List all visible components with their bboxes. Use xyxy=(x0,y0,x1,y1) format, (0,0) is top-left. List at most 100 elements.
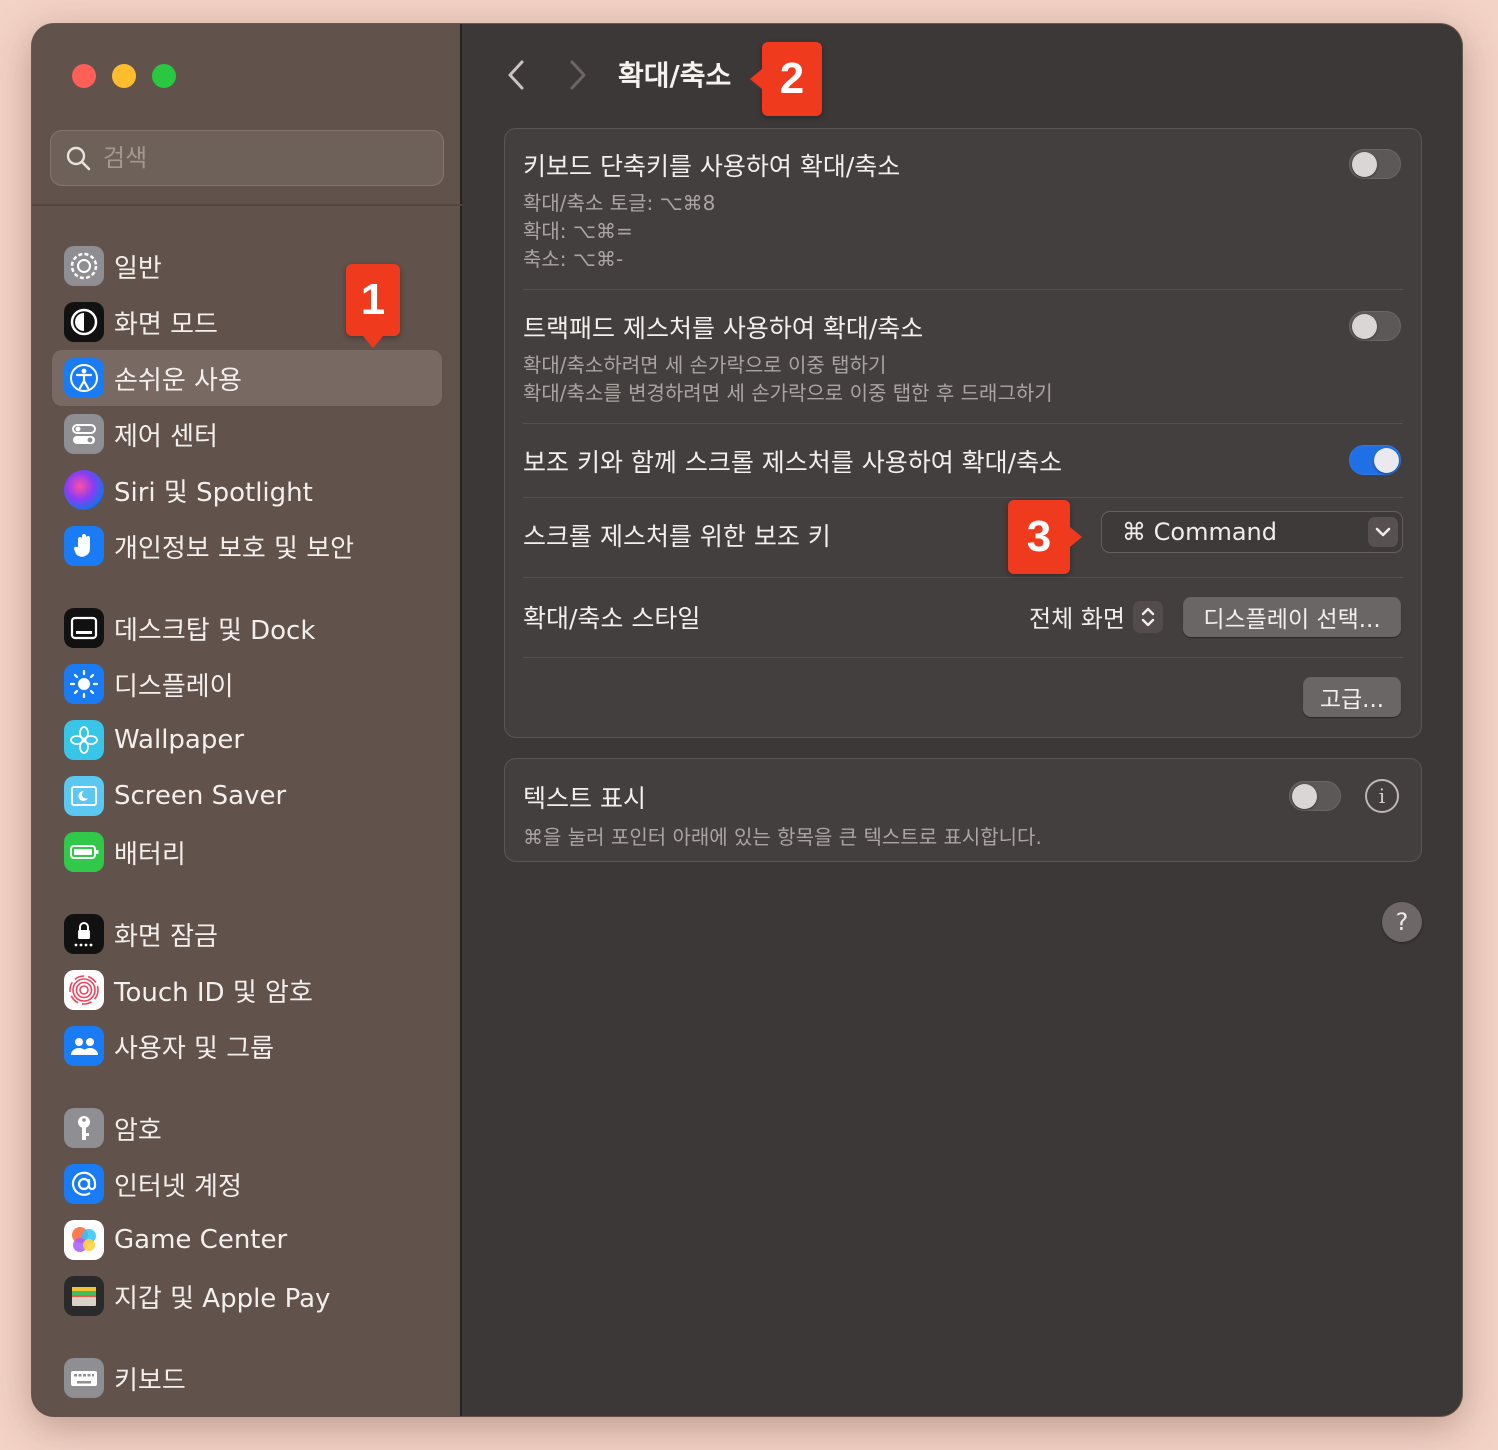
chevron-right-icon xyxy=(570,60,586,90)
annotation-number: 1 xyxy=(360,275,386,324)
sidebar-item-label: 암호 xyxy=(114,1115,162,1146)
wallpaper-flower-icon xyxy=(64,720,104,760)
forward-button[interactable] xyxy=(560,58,594,92)
row-divider xyxy=(523,497,1403,498)
hover-text-description: ⌘을 눌러 포인터 아래에 있는 항목을 큰 텍스트로 표시합니다. xyxy=(523,825,1042,849)
gear-icon xyxy=(64,246,104,286)
annotation-badge-3: 3 xyxy=(1008,500,1082,574)
sidebar-item-desktop-dock[interactable]: 데스크탑 및 Dock xyxy=(52,600,442,656)
window-controls xyxy=(72,64,176,88)
battery-icon xyxy=(64,832,104,872)
sidebar-item-users-groups[interactable]: 사용자 및 그룹 xyxy=(52,1018,442,1074)
sidebar-item-accessibility[interactable]: 손쉬운 사용 xyxy=(52,350,442,406)
sidebar-item-passwords[interactable]: 암호 xyxy=(52,1100,442,1156)
back-button[interactable] xyxy=(500,58,534,92)
hover-text-toggle[interactable] xyxy=(1289,781,1341,811)
display-sun-icon xyxy=(64,664,104,704)
sidebar-item-label: 손쉬운 사용 xyxy=(114,365,242,396)
trackpad-hint-2: 확대/축소를 변경하려면 세 손가락으로 이중 탭한 후 드래그하기 xyxy=(523,381,1053,405)
minimize-button[interactable] xyxy=(112,64,136,88)
sidebar-item-keyboard[interactable]: 키보드 xyxy=(52,1350,442,1406)
up-down-chevron-icon xyxy=(1141,607,1155,627)
hover-text-row: 텍스트 표시 ⌘을 눌러 포인터 아래에 있는 항목을 큰 텍스트로 표시합니다… xyxy=(523,779,1403,851)
sidebar-item-label: 데스크탑 및 Dock xyxy=(114,615,316,646)
sidebar-item-label: 제어 센터 xyxy=(114,421,218,452)
scroll-modifier-toggle[interactable] xyxy=(1349,445,1401,475)
page-title: 확대/축소 xyxy=(618,59,732,92)
users-icon xyxy=(64,1026,104,1066)
lock-screen-icon xyxy=(64,914,104,954)
sidebar-item-privacy-security[interactable]: 개인정보 보호 및 보안 xyxy=(52,518,442,574)
appearance-icon xyxy=(64,302,104,342)
sidebar-item-game-center[interactable]: Game Center xyxy=(52,1212,442,1268)
trackpad-gesture-toggle[interactable] xyxy=(1349,311,1401,341)
control-center-icon xyxy=(64,414,104,454)
sidebar-item-siri-spotlight[interactable]: Siri 및 Spotlight xyxy=(52,462,442,518)
shortcut-toggle-text: 확대/축소 토글: ⌥⌘8 xyxy=(523,191,716,215)
modifier-key-select[interactable]: ⌘ Command xyxy=(1101,511,1403,553)
privacy-hand-icon xyxy=(64,526,104,566)
sidebar-item-wallet[interactable]: 지갑 및 Apple Pay xyxy=(52,1268,442,1324)
sidebar-item-label: Wallpaper xyxy=(114,725,245,755)
annotation-badge-2: 2 xyxy=(750,42,822,116)
sidebar-item-battery[interactable]: 배터리 xyxy=(52,824,442,880)
shortcut-zoom-in-text: 확대: ⌥⌘= xyxy=(523,219,633,243)
sidebar-item-label: 지갑 및 Apple Pay xyxy=(114,1283,331,1314)
keyboard-shortcut-toggle[interactable] xyxy=(1349,149,1401,179)
sidebar-item-internet-accounts[interactable]: 인터넷 계정 xyxy=(52,1156,442,1212)
zoom-button[interactable] xyxy=(152,64,176,88)
key-icon xyxy=(64,1108,104,1148)
hover-text-title: 텍스트 표시 xyxy=(523,784,646,813)
fingerprint-icon xyxy=(64,970,104,1010)
accessibility-icon xyxy=(64,358,104,398)
dock-icon xyxy=(64,608,104,648)
row-divider xyxy=(523,657,1403,658)
sidebar-item-label: 배터리 xyxy=(114,839,186,870)
sidebar-item-label: 키보드 xyxy=(114,1365,186,1396)
badge-pointer xyxy=(363,336,383,348)
info-icon[interactable]: i xyxy=(1365,779,1399,813)
trackpad-hint-1: 확대/축소하려면 세 손가락으로 이중 탭하기 xyxy=(523,353,887,377)
hover-text-panel: 텍스트 표시 ⌘을 눌러 포인터 아래에 있는 항목을 큰 텍스트로 표시합니다… xyxy=(504,758,1422,862)
zoom-style-stepper[interactable] xyxy=(1133,601,1163,633)
main-pane: 확대/축소 키보드 단축키를 사용하여 확대/축소 확대/축소 토글: ⌥⌘8 … xyxy=(464,24,1462,1416)
sidebar-item-label: Game Center xyxy=(114,1225,288,1255)
help-button[interactable]: ? xyxy=(1382,902,1422,942)
search-field[interactable] xyxy=(50,130,444,186)
chevron-left-icon xyxy=(508,60,524,90)
row-divider xyxy=(523,289,1403,290)
badge-pointer xyxy=(750,69,762,89)
sidebar-item-wallpaper[interactable]: Wallpaper xyxy=(52,712,442,768)
sidebar-item-label: Screen Saver xyxy=(114,781,287,811)
settings-window: 일반 화면 모드 손쉬운 사용 제어 센터 xyxy=(32,24,1462,1416)
close-button[interactable] xyxy=(72,64,96,88)
at-sign-icon xyxy=(64,1164,104,1204)
zoom-settings-panel: 키보드 단축키를 사용하여 확대/축소 확대/축소 토글: ⌥⌘8 확대: ⌥⌘… xyxy=(504,128,1422,738)
wallet-icon xyxy=(64,1276,104,1316)
scroll-modifier-title: 보조 키와 함께 스크롤 제스처를 사용하여 확대/축소 xyxy=(523,448,1063,477)
sidebar-item-label: Siri 및 Spotlight xyxy=(114,477,313,508)
screen-saver-icon xyxy=(64,776,104,816)
sidebar-item-lock-screen[interactable]: 화면 잠금 xyxy=(52,906,442,962)
search-input[interactable] xyxy=(103,144,423,172)
chevron-down-icon xyxy=(1368,517,1398,547)
row-divider xyxy=(523,423,1403,424)
annotation-number: 2 xyxy=(779,54,805,103)
keyboard-shortcut-title: 키보드 단축키를 사용하여 확대/축소 xyxy=(523,152,901,181)
sidebar-item-displays[interactable]: 디스플레이 xyxy=(52,656,442,712)
annotation-badge-1: 1 xyxy=(346,264,400,348)
scroll-modifier-row: 보조 키와 함께 스크롤 제스처를 사용하여 확대/축소 xyxy=(523,443,1403,479)
search-icon xyxy=(66,146,91,171)
trackpad-gesture-row: 트랙패드 제스처를 사용하여 확대/축소 확대/축소하려면 세 손가락으로 이중… xyxy=(523,309,1403,407)
zoom-style-value[interactable]: 전체 화면 xyxy=(1029,599,1125,634)
keyboard-shortcut-row: 키보드 단축키를 사용하여 확대/축소 확대/축소 토글: ⌥⌘8 확대: ⌥⌘… xyxy=(523,147,1403,273)
sidebar-item-label: 개인정보 보호 및 보안 xyxy=(114,533,355,564)
sidebar-item-control-center[interactable]: 제어 센터 xyxy=(52,406,442,462)
siri-icon xyxy=(64,470,104,510)
sidebar-item-label: 인터넷 계정 xyxy=(114,1171,242,1202)
choose-display-button[interactable]: 디스플레이 선택... xyxy=(1183,597,1401,637)
advanced-button[interactable]: 고급... xyxy=(1303,677,1401,717)
sidebar-item-screen-saver[interactable]: Screen Saver xyxy=(52,768,442,824)
sidebar-item-touch-id[interactable]: Touch ID 및 암호 xyxy=(52,962,442,1018)
row-divider xyxy=(523,577,1403,578)
